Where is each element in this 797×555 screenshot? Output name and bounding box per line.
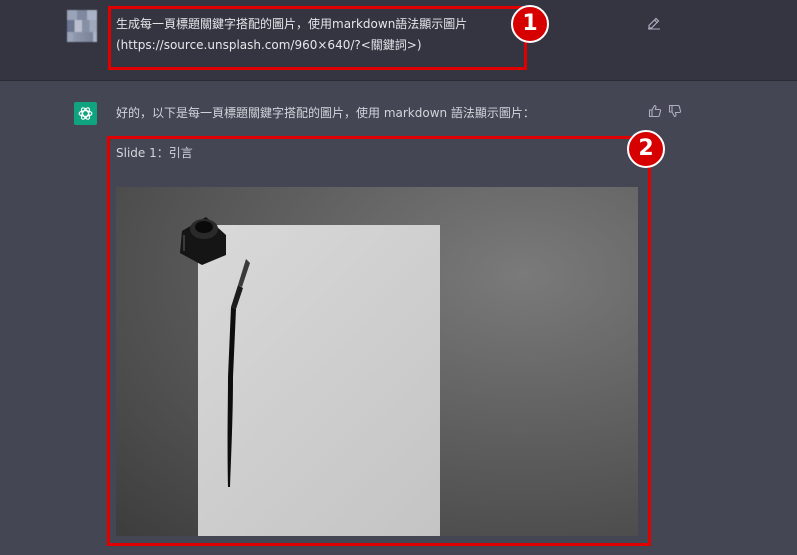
user-avatar <box>67 10 97 42</box>
thumbs-up-icon[interactable] <box>648 104 662 118</box>
chatgpt-logo-icon <box>74 102 97 125</box>
edit-icon[interactable] <box>647 16 661 30</box>
assistant-message-intro: 好的，以下是每一頁標題關鍵字搭配的圖片，使用 markdown 語法顯示圖片： <box>116 106 535 120</box>
annotation-badge-2: 2 <box>627 130 665 168</box>
thumbs-down-icon[interactable] <box>668 104 682 118</box>
openai-knot-icon <box>78 107 93 120</box>
highlight-box-1 <box>108 6 527 70</box>
annotation-badge-1: 1 <box>511 5 549 43</box>
highlight-box-2 <box>107 136 651 546</box>
